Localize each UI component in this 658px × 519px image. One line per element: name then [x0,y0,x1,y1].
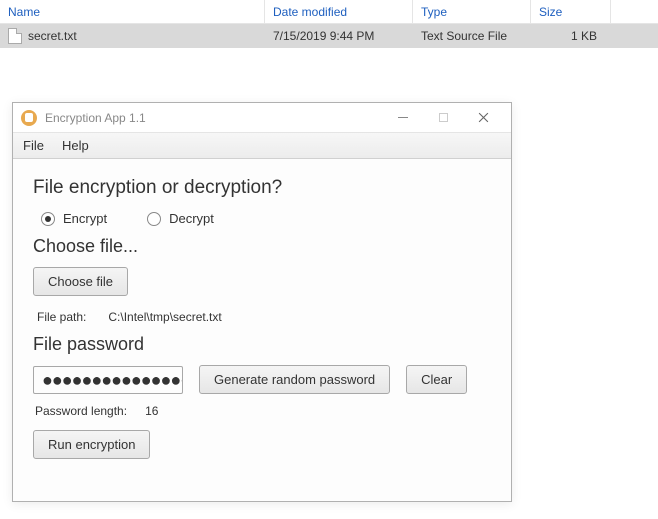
choose-file-heading: Choose file... [33,236,491,257]
window-title: Encryption App 1.1 [45,111,383,125]
choose-file-button[interactable]: Choose file [33,267,128,296]
radio-encrypt-label: Encrypt [63,211,107,226]
column-type[interactable]: Type [413,0,531,23]
maximize-icon [439,113,448,122]
radio-decrypt[interactable]: Decrypt [147,211,214,226]
titlebar[interactable]: Encryption App 1.1 [13,103,511,133]
run-encryption-button[interactable]: Run encryption [33,430,150,459]
explorer-header: Name Date modified Type Size [0,0,658,24]
password-heading: File password [33,334,491,355]
file-size: 1 KB [531,24,611,48]
mode-heading: File encryption or decryption? [33,177,491,199]
maximize-button[interactable] [423,103,463,133]
file-path-label: File path: [37,310,86,324]
menubar: File Help [13,133,511,159]
radio-icon [147,212,161,226]
minimize-button[interactable] [383,103,423,133]
radio-decrypt-label: Decrypt [169,211,214,226]
column-size[interactable]: Size [531,0,611,23]
password-length-label: Password length: [35,404,127,418]
app-lock-icon [21,110,37,126]
file-icon [8,28,22,44]
minimize-icon [398,117,408,118]
close-button[interactable] [463,103,503,133]
menu-help[interactable]: Help [62,138,89,153]
encryption-app-window: Encryption App 1.1 File Help File encryp… [12,102,512,502]
column-date-modified[interactable]: Date modified [265,0,413,23]
file-type: Text Source File [413,24,531,48]
window-content: File encryption or decryption? Encrypt D… [13,159,511,473]
radio-encrypt[interactable]: Encrypt [41,211,107,226]
column-name[interactable]: Name [0,0,265,23]
close-icon [478,112,489,123]
file-path-value: C:\Intel\tmp\secret.txt [108,310,221,324]
file-explorer: Name Date modified Type Size secret.txt … [0,0,658,48]
file-name: secret.txt [28,29,77,43]
password-length-value: 16 [145,404,158,418]
clear-button[interactable]: Clear [406,365,467,394]
password-input[interactable]: ●●●●●●●●●●●●●●●● [33,366,183,394]
menu-file[interactable]: File [23,138,44,153]
table-row[interactable]: secret.txt 7/15/2019 9:44 PM Text Source… [0,24,658,48]
generate-password-button[interactable]: Generate random password [199,365,390,394]
radio-icon [41,212,55,226]
file-date: 7/15/2019 9:44 PM [265,24,413,48]
mode-radios: Encrypt Decrypt [41,211,491,226]
